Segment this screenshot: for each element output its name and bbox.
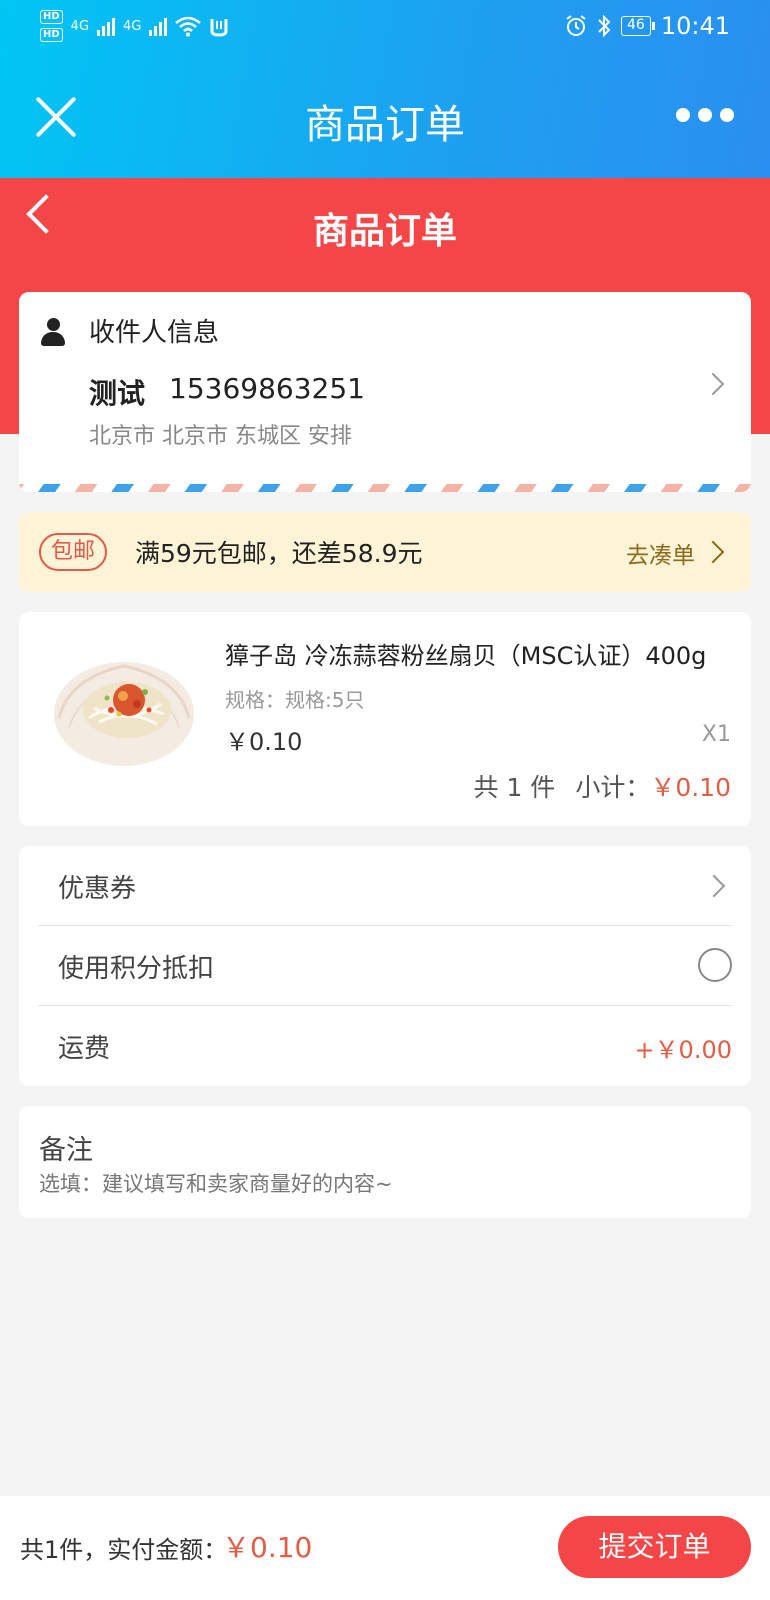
shipping-value: +￥0.00 xyxy=(634,1036,732,1064)
product-spec: 规格：规格:5只 xyxy=(225,688,365,712)
remark-input[interactable]: 选填：建议填写和卖家商量好的内容~ xyxy=(39,1168,393,1198)
signal-icon-2 xyxy=(149,16,168,36)
free-shipping-tag: 包邮 xyxy=(39,533,108,571)
coupon-label: 优惠券 xyxy=(58,874,137,904)
status-bar-right: 46 10:41 xyxy=(565,12,730,40)
product-quantity: X1 xyxy=(701,722,731,747)
bluetooth-icon xyxy=(598,14,611,38)
remark-card[interactable]: 备注 选填：建议填写和卖家商量好的内容~ xyxy=(19,1106,751,1218)
checkout-bar: 共1件，实付金额： ￥0.10 提交订单 xyxy=(0,1496,770,1600)
network-type-2: 4G xyxy=(123,18,142,34)
subtotal-group: 小计：￥0.10 xyxy=(575,768,731,804)
checkout-amount: ￥0.10 xyxy=(222,1531,313,1564)
item-count: 共 1 件 xyxy=(473,773,556,802)
product-name[interactable]: 獐子岛 冷冻蒜蓉粉丝扇贝（MSC认证）400g xyxy=(225,636,730,671)
shipping-row: 运费 +￥0.00 xyxy=(38,1006,732,1086)
add-more-link[interactable]: 去凑单 xyxy=(626,536,695,570)
points-label: 使用积分抵扣 xyxy=(58,954,215,984)
product-image[interactable] xyxy=(49,648,199,776)
points-row[interactable]: 使用积分抵扣 xyxy=(38,926,732,1006)
submit-order-button[interactable]: 提交订单 xyxy=(558,1516,751,1578)
recipient-phone: 15369863251 xyxy=(169,372,365,405)
hd-indicators: HD HD xyxy=(40,10,63,42)
recipient-name: 测试 xyxy=(89,377,146,410)
product-subtotal-row: 共 1 件 小计：￥0.10 xyxy=(474,768,732,804)
person-icon xyxy=(41,318,65,346)
more-icon[interactable] xyxy=(676,108,734,122)
subtotal-label: 小计： xyxy=(575,773,651,802)
page-title: 商品订单 xyxy=(312,211,457,252)
network-type-1: 4G xyxy=(70,18,90,34)
free-shipping-banner: 包邮 满59元包邮，还差58.9元 去凑单 xyxy=(19,512,751,592)
chevron-right-icon[interactable] xyxy=(701,540,725,564)
airmail-stripe xyxy=(19,484,751,492)
battery-icon: 46 xyxy=(621,16,655,36)
chevron-right-icon xyxy=(701,372,725,396)
app-top-bar: HD HD 4G 4G 46 10:41 商品订单 xyxy=(0,0,770,178)
nfc-icon xyxy=(210,19,228,37)
subtotal-value: ￥0.10 xyxy=(650,773,731,802)
points-radio[interactable] xyxy=(698,948,732,982)
coupon-row[interactable]: 优惠券 xyxy=(38,846,732,926)
product-price: ￥0.10 xyxy=(225,728,303,756)
recipient-address: 北京市 北京市 东城区 安排 xyxy=(89,424,352,449)
recipient-label: 收件人信息 xyxy=(89,318,220,348)
clock: 10:41 xyxy=(660,12,730,40)
product-card: 獐子岛 冷冻蒜蓉粉丝扇贝（MSC认证）400g 规格：规格:5只 ￥0.10 X… xyxy=(19,612,751,826)
hd-badge-1: HD xyxy=(40,10,63,24)
order-options-card: 优惠券 使用积分抵扣 运费 +￥0.00 xyxy=(19,846,751,1086)
checkout-summary: 共1件，实付金额： xyxy=(20,1536,228,1564)
wifi-icon xyxy=(175,16,202,37)
recipient-card[interactable]: 收件人信息 测试 15369863251 北京市 北京市 东城区 安排 xyxy=(19,292,751,492)
shipping-label: 运费 xyxy=(58,1034,111,1064)
chevron-right-icon xyxy=(702,874,726,898)
alarm-icon xyxy=(566,15,586,36)
hd-badge-2: HD xyxy=(40,28,63,42)
signal-icon xyxy=(97,16,116,36)
remark-label: 备注 xyxy=(39,1135,93,1166)
free-shipping-text: 满59元包邮，还差58.9元 xyxy=(135,539,423,568)
app-title: 商品订单 xyxy=(305,102,465,148)
status-bar-left: HD HD 4G 4G xyxy=(40,10,229,42)
